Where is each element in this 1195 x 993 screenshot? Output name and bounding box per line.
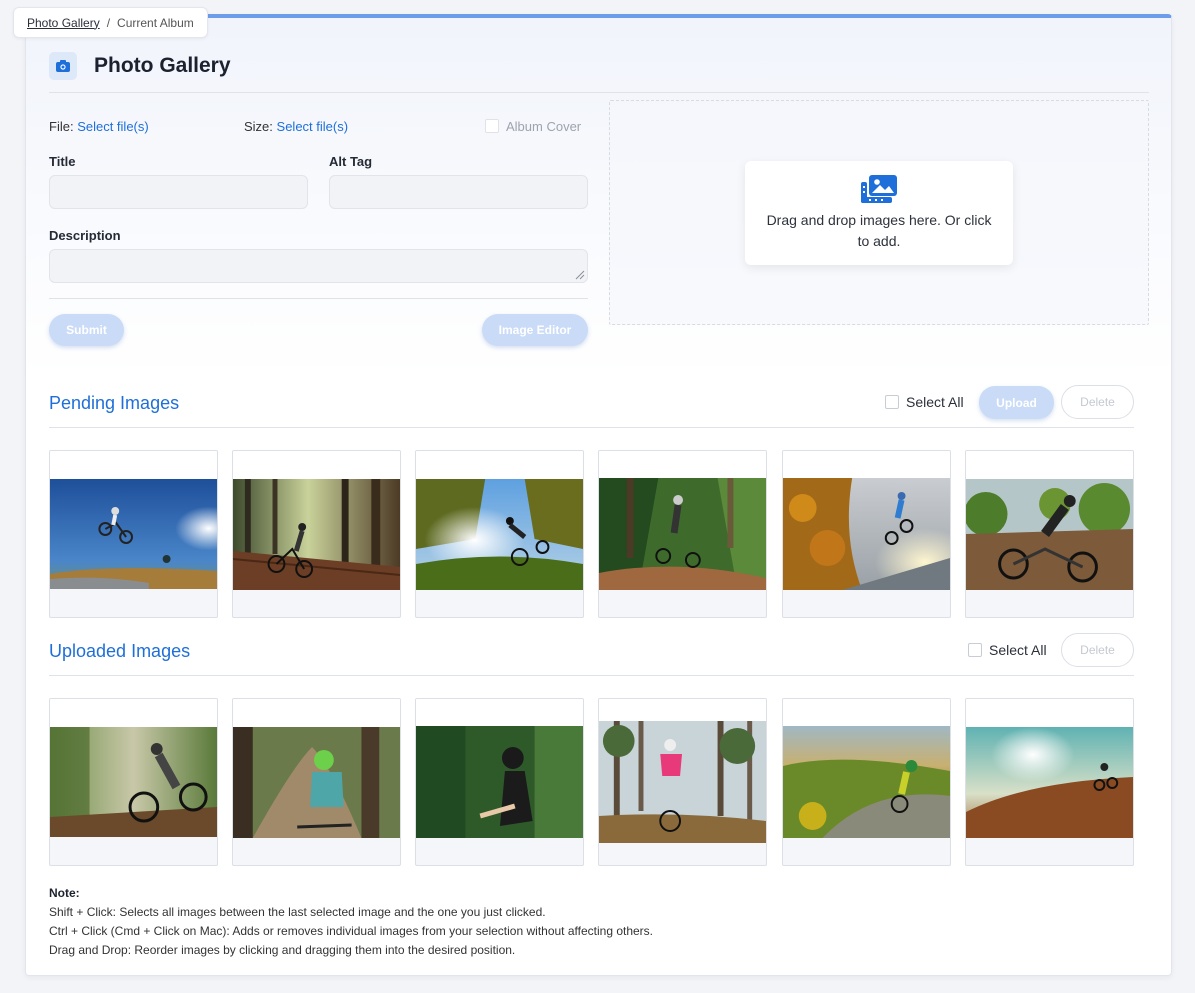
submit-button[interactable]: Submit [49,314,124,346]
uploaded-image-5[interactable] [782,698,951,866]
pending-image-6[interactable] [965,450,1134,618]
pending-select-all-checkbox[interactable] [885,395,899,409]
dropzone-card[interactable]: Drag and drop images here. Or click to a… [745,161,1013,265]
breadcrumb-home-link[interactable]: Photo Gallery [27,16,100,30]
breadcrumb-current: Current Album [117,15,194,30]
uploaded-image-1[interactable] [49,698,218,866]
uploaded-select-all-label[interactable]: Select All [989,642,1047,658]
note-line: Drag and Drop: Reorder images by clickin… [49,943,516,957]
alt-tag-label: Alt Tag [329,154,373,169]
pending-delete-button[interactable]: Delete [1061,385,1134,419]
pending-images-title: Pending Images [49,393,180,413]
uploaded-image-3[interactable] [415,698,584,866]
size-select-link[interactable]: Select file(s) [277,119,349,134]
upload-button[interactable]: Upload [979,386,1054,419]
uploaded-images-title: Uploaded Images [49,641,191,661]
note-title: Note: [49,886,80,900]
resize-handle-icon[interactable] [574,269,585,280]
pending-image-3[interactable] [415,450,584,618]
uploaded-image-2[interactable] [232,698,401,866]
uploaded-delete-button[interactable]: Delete [1061,633,1134,667]
gallery-panel: Photo Gallery File: Select file(s) Size:… [25,14,1172,976]
uploaded-image-4[interactable] [598,698,767,866]
size-row: Size: Select file(s) [244,119,348,134]
file-select-link[interactable]: Select file(s) [77,119,149,134]
alt-tag-input[interactable] [329,175,588,209]
album-cover-checkbox[interactable] [485,119,499,133]
uploaded-divider [49,675,1134,676]
description-textarea[interactable] [49,249,588,283]
images-icon [861,175,897,203]
size-label: Size: [244,119,273,134]
file-row: File: Select file(s) [49,119,149,134]
note-line: Shift + Click: Selects all images betwee… [49,905,546,919]
description-label: Description [49,228,121,243]
dropzone[interactable]: Drag and drop images here. Or click to a… [609,100,1149,325]
form-divider [49,298,588,299]
header-divider [49,92,1149,93]
page-title: Photo Gallery [94,54,231,77]
pending-divider [49,427,1134,428]
title-input[interactable] [49,175,308,209]
title-label: Title [49,154,76,169]
help-note: Note: Shift + Click: Selects all images … [49,884,653,960]
pending-image-4[interactable] [598,450,767,618]
uploaded-image-6[interactable] [965,698,1134,866]
uploaded-select-all-checkbox[interactable] [968,643,982,657]
pending-select-all-label[interactable]: Select All [906,394,964,410]
breadcrumb: Photo Gallery / Current Album [13,7,208,38]
album-cover-label: Album Cover [506,119,582,134]
file-label: File: [49,119,74,134]
note-line: Ctrl + Click (Cmd + Click on Mac): Adds … [49,924,654,938]
camera-icon [49,52,77,80]
pending-image-2[interactable] [232,450,401,618]
breadcrumb-separator: / [106,15,111,30]
page-header: Photo Gallery [49,52,231,80]
pending-image-1[interactable] [49,450,218,618]
pending-image-5[interactable] [782,450,951,618]
dropzone-text: Drag and drop images here. Or click to a… [766,212,992,249]
image-editor-button[interactable]: Image Editor [482,314,588,346]
